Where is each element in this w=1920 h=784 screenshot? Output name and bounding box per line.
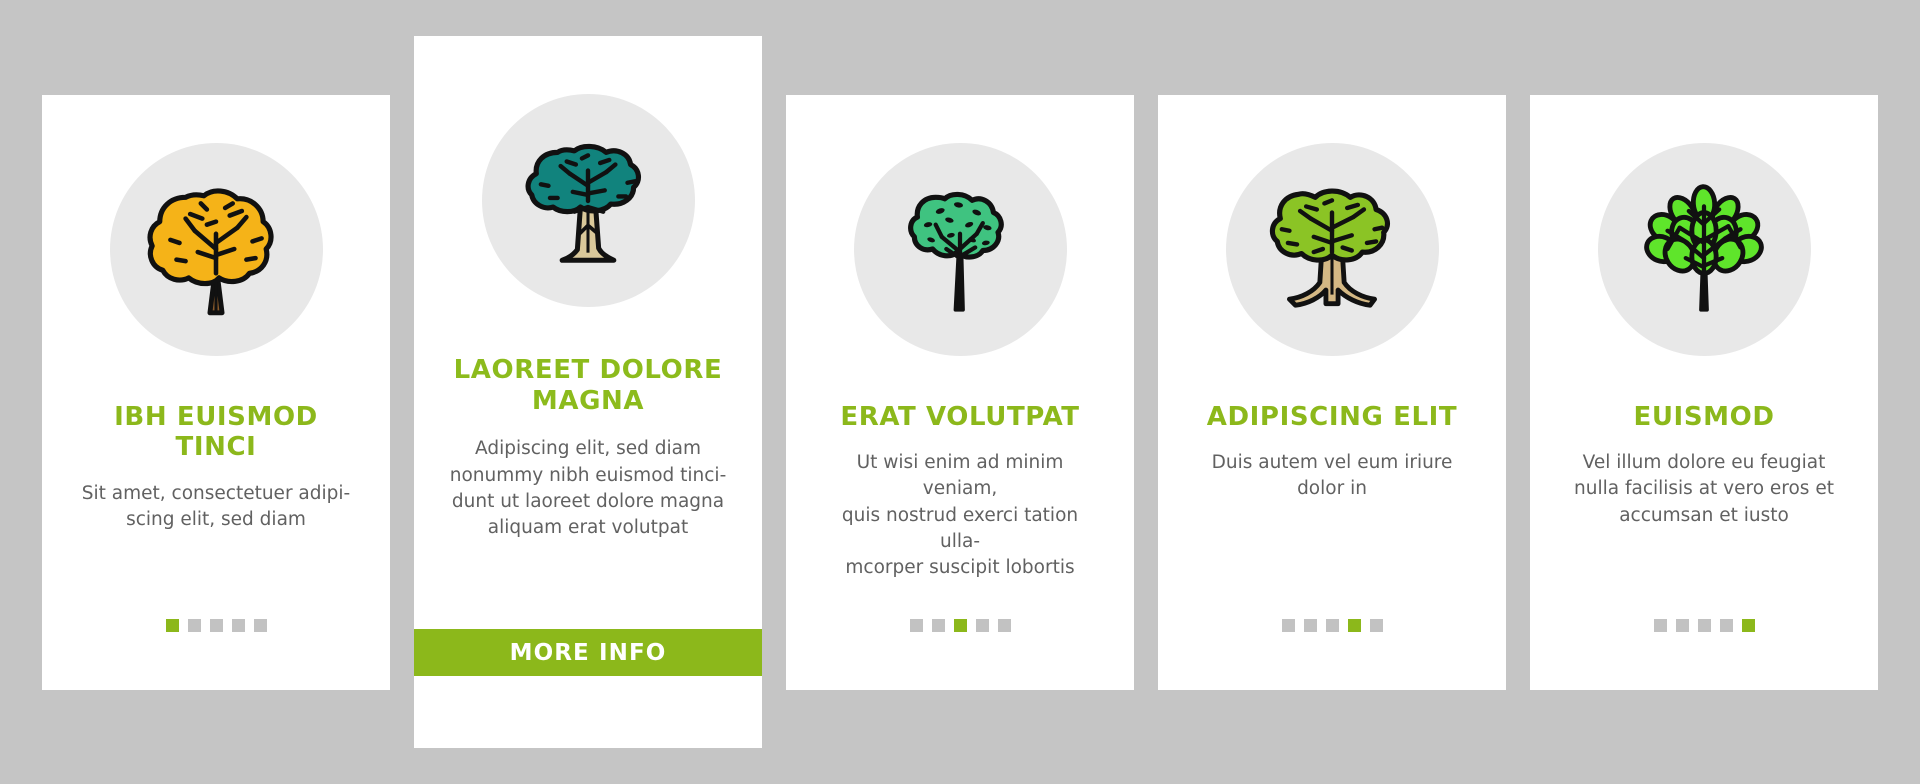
card-title-1: IBH EUISMOD TINCI (114, 401, 318, 463)
pagination-dots-4[interactable] (1158, 618, 1506, 632)
icon-medallion-3 (853, 142, 1067, 356)
leafy-shrub-icon (1644, 184, 1764, 312)
card-text-5: EUISMOD Vel illum dolore eu feugiat nulla… (1564, 402, 1844, 529)
card-body-4: Duis autem vel eum iriure dolor in (1211, 452, 1453, 500)
pagination-dot[interactable] (1303, 618, 1317, 632)
pagination-dot[interactable] (187, 618, 201, 632)
broadleaf-tree-icon (147, 188, 274, 316)
card-body-5: Vel illum dolore eu feugiat nulla facilis… (1574, 452, 1834, 526)
icon-medallion-4 (1225, 142, 1439, 356)
card-text-4: ADIPISCING ELIT Duis autem vel eum iriur… (1192, 402, 1472, 503)
pagination-dot[interactable] (165, 618, 179, 632)
onboarding-card-2[interactable]: LAOREET DOLORE MAGNA Adipiscing elit, se… (414, 36, 762, 748)
pagination-dot[interactable] (997, 618, 1011, 632)
pagination-dot[interactable] (975, 618, 989, 632)
pagination-dot[interactable] (931, 618, 945, 632)
pagination-dot[interactable] (1719, 618, 1733, 632)
card-title-5: EUISMOD (1633, 401, 1775, 432)
card-title-2: LAOREET DOLORE MAGNA (453, 355, 723, 416)
pagination-dots-1[interactable] (42, 618, 390, 632)
icon-medallion-5 (1597, 142, 1811, 356)
pagination-dot[interactable] (909, 618, 923, 632)
onboarding-card-5[interactable]: EUISMOD Vel illum dolore eu feugiat nulla… (1530, 94, 1878, 690)
card-text-1: IBH EUISMOD TINCI Sit amet, consectetuer… (76, 402, 356, 534)
card-text-3: ERAT VOLUTPAT Ut wisi enim ad minim veni… (820, 402, 1100, 582)
pagination-dots-3[interactable] (786, 618, 1134, 632)
pagination-dot[interactable] (1281, 618, 1295, 632)
onboarding-card-4[interactable]: ADIPISCING ELIT Duis autem vel eum iriur… (1158, 94, 1506, 690)
pagination-dots-5[interactable] (1530, 618, 1878, 632)
card-title-3: ERAT VOLUTPAT (840, 401, 1080, 432)
icon-medallion-1 (109, 142, 323, 356)
icon-medallion-2 (481, 94, 695, 307)
pagination-dot[interactable] (1697, 618, 1711, 632)
onboarding-card-1[interactable]: IBH EUISMOD TINCI Sit amet, consectetuer… (42, 94, 390, 690)
pagination-dot[interactable] (209, 618, 223, 632)
pagination-dot[interactable] (1653, 618, 1667, 632)
card-body-1: Sit amet, consectetuer adipi-scing elit,… (81, 482, 351, 531)
onboarding-screens-container: IBH EUISMOD TINCI Sit amet, consectetuer… (0, 0, 1920, 784)
slender-tree-icon (908, 191, 1004, 312)
pagination-dot[interactable] (953, 618, 967, 632)
onboarding-card-3[interactable]: ERAT VOLUTPAT Ut wisi enim ad minim veni… (786, 94, 1134, 690)
pagination-dot[interactable] (1675, 618, 1689, 632)
card-title-4: ADIPISCING ELIT (1206, 401, 1458, 432)
pagination-dot[interactable] (1741, 618, 1755, 632)
pagination-dot[interactable] (1347, 618, 1361, 632)
more-info-button[interactable]: MORE INFO (414, 629, 762, 676)
rooted-oak-tree-icon (1269, 188, 1390, 308)
pagination-dot[interactable] (1325, 618, 1339, 632)
card-body-3: Ut wisi enim ad minim veniam, quis nostru… (841, 452, 1079, 579)
canopy-tree-icon (525, 143, 641, 263)
card-text-2: LAOREET DOLORE MAGNA Adipiscing elit, se… (448, 355, 728, 541)
card-body-2: Adipiscing elit, sed diam nonummy nibh eu… (449, 438, 727, 539)
pagination-dot[interactable] (253, 618, 267, 632)
pagination-dot[interactable] (1369, 618, 1383, 632)
pagination-dot[interactable] (231, 618, 245, 632)
